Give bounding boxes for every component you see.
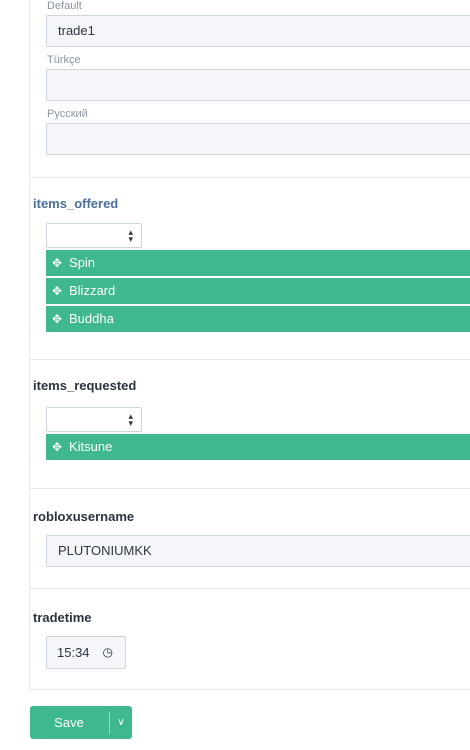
divider <box>29 588 470 589</box>
russian-name-input[interactable] <box>46 123 470 155</box>
move-icon[interactable]: ✥ <box>52 250 66 276</box>
move-icon[interactable]: ✥ <box>52 306 66 332</box>
divider <box>29 488 470 489</box>
save-button[interactable]: Save <box>30 706 108 739</box>
robloxusername-title: robloxusername <box>33 509 135 524</box>
move-icon[interactable]: ✥ <box>52 278 66 304</box>
offered-item-label: Buddha <box>69 311 114 326</box>
chevron-down-icon[interactable]: ∨ <box>110 706 132 739</box>
save-split-button: Save ∨ <box>30 706 132 739</box>
tradetime-input[interactable]: 15:34 ◷ <box>46 636 126 669</box>
turkish-lang-label: Türkçe <box>47 54 81 66</box>
offered-item-label: Blizzard <box>69 283 116 298</box>
offered-item-tag[interactable]: ✥ Buddha <box>46 306 470 332</box>
robloxusername-input[interactable]: PLUTONIUMKK <box>46 535 470 567</box>
russian-lang-label: Русский <box>47 108 88 120</box>
default-lang-label: Default <box>47 0 82 12</box>
requested-item-tag[interactable]: ✥ Kitsune <box>46 434 470 460</box>
sort-arrows-icon: ▴ ▾ <box>128 411 133 428</box>
sort-arrows-icon: ▴ ▾ <box>128 227 133 244</box>
divider <box>29 177 470 178</box>
form-panel <box>29 0 470 690</box>
requested-item-label: Kitsune <box>69 439 113 454</box>
tradetime-value: 15:34 <box>57 645 90 660</box>
offered-item-tag[interactable]: ✥ Blizzard <box>46 278 470 304</box>
items-offered-title: items_offered <box>33 196 119 211</box>
offered-item-tag[interactable]: ✥ Spin <box>46 250 470 276</box>
divider <box>29 359 470 360</box>
items-offered-select[interactable]: ▴ ▾ <box>46 223 142 248</box>
move-icon[interactable]: ✥ <box>52 434 66 460</box>
offered-item-label: Spin <box>69 255 96 270</box>
tradetime-title: tradetime <box>33 610 92 625</box>
items-requested-select[interactable]: ▴ ▾ <box>46 407 142 432</box>
default-name-input[interactable]: trade1 <box>46 15 470 47</box>
items-requested-title: items_requested <box>33 378 137 393</box>
clock-icon[interactable]: ◷ <box>103 637 113 668</box>
turkish-name-input[interactable] <box>46 69 470 101</box>
